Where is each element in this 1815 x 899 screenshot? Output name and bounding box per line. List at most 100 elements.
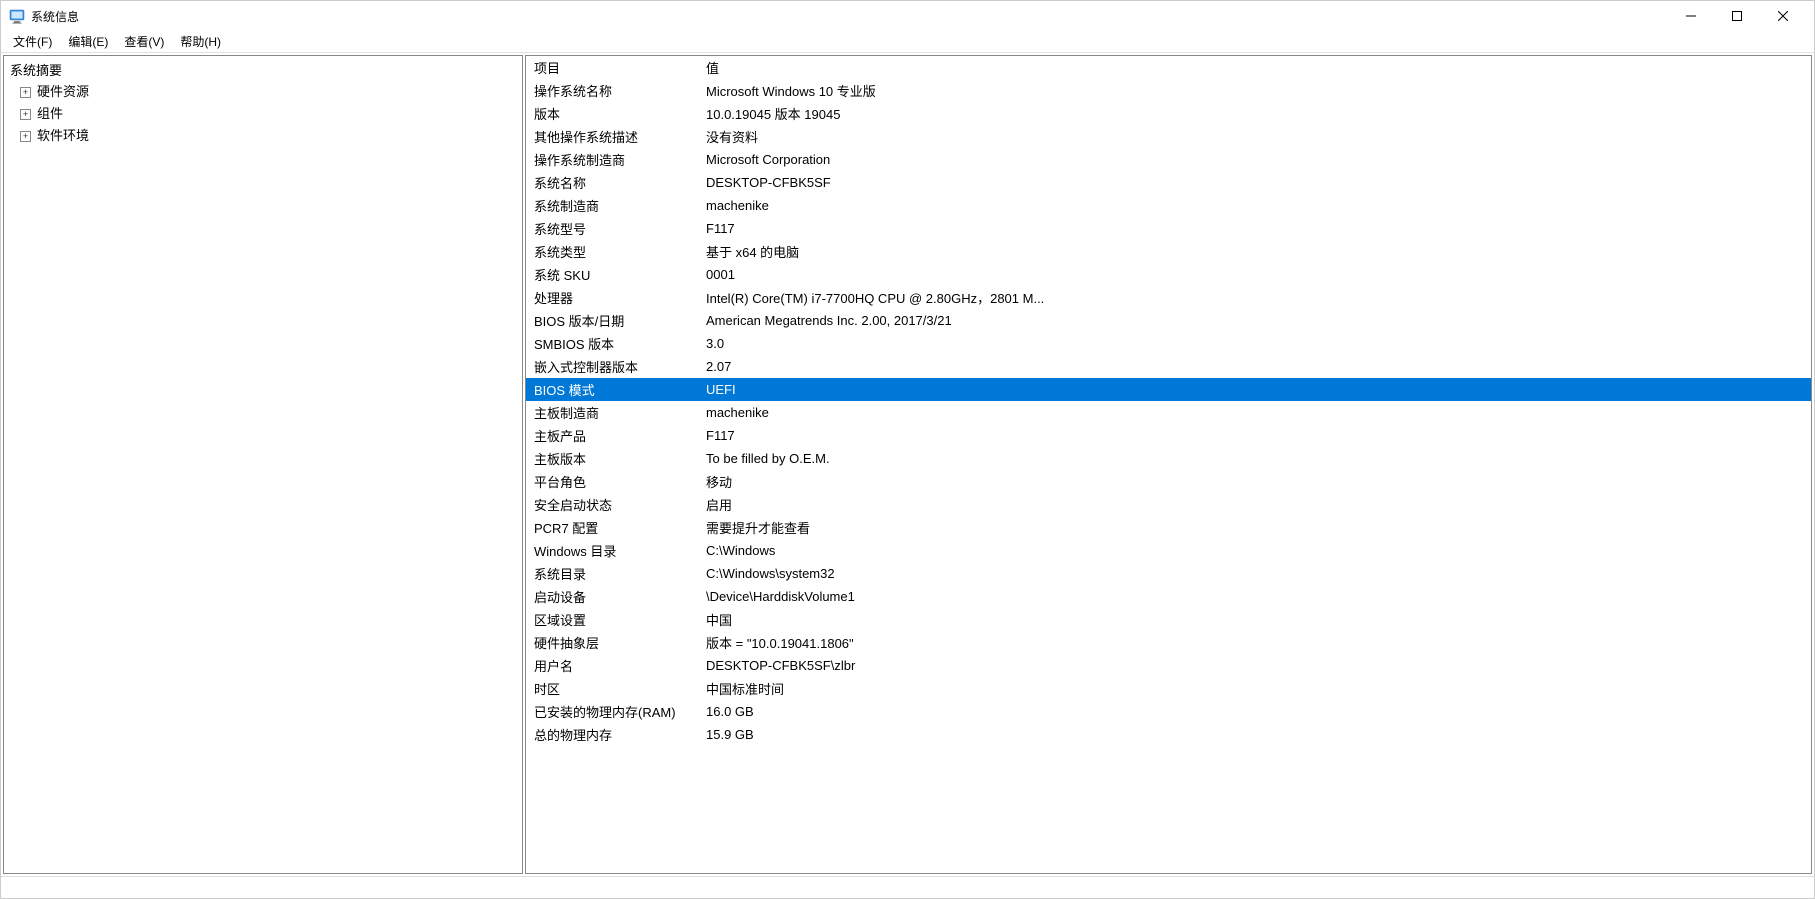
details-row[interactable]: 系统 SKU0001 (526, 263, 1811, 286)
details-item: 操作系统制造商 (526, 148, 698, 171)
tree-node[interactable]: +软件环境 (6, 125, 520, 147)
details-row[interactable]: 平台角色移动 (526, 470, 1811, 493)
details-row[interactable]: 主板产品F117 (526, 424, 1811, 447)
details-value: machenike (698, 194, 1811, 217)
tree-node-label: 组件 (37, 104, 63, 124)
details-value: F117 (698, 217, 1811, 240)
details-value: 移动 (698, 470, 1811, 493)
details-item: 系统目录 (526, 562, 698, 585)
details-row[interactable]: 时区中国标准时间 (526, 677, 1811, 700)
details-value: Microsoft Corporation (698, 148, 1811, 171)
tree-root-system-summary[interactable]: 系统摘要 (6, 58, 520, 81)
details-item: 系统型号 (526, 217, 698, 240)
details-row[interactable]: 用户名DESKTOP-CFBK5SF\zlbr (526, 654, 1811, 677)
details-value: DESKTOP-CFBK5SF (698, 171, 1811, 194)
details-row[interactable]: 版本10.0.19045 版本 19045 (526, 102, 1811, 125)
details-row[interactable]: 安全启动状态启用 (526, 493, 1811, 516)
details-row[interactable]: 主板制造商machenike (526, 401, 1811, 424)
details-item: 版本 (526, 102, 698, 125)
details-item: 启动设备 (526, 585, 698, 608)
header-value[interactable]: 值 (698, 56, 1811, 79)
details-item: 主板版本 (526, 447, 698, 470)
details-row[interactable]: BIOS 版本/日期American Megatrends Inc. 2.00,… (526, 309, 1811, 332)
tree-pane[interactable]: 系统摘要 +硬件资源+组件+软件环境 (3, 55, 523, 874)
details-row[interactable]: 主板版本To be filled by O.E.M. (526, 447, 1811, 470)
details-value: 基于 x64 的电脑 (698, 240, 1811, 263)
menubar: 文件(F) 编辑(E) 查看(V) 帮助(H) (1, 31, 1814, 53)
details-row[interactable]: 系统目录C:\Windows\system32 (526, 562, 1811, 585)
header-item[interactable]: 项目 (526, 56, 698, 79)
details-value: 15.9 GB (698, 723, 1811, 746)
details-row[interactable]: 启动设备\Device\HarddiskVolume1 (526, 585, 1811, 608)
details-row[interactable]: 系统名称DESKTOP-CFBK5SF (526, 171, 1811, 194)
details-row[interactable]: 系统制造商machenike (526, 194, 1811, 217)
details-item: 时区 (526, 677, 698, 700)
details-item: 总的物理内存 (526, 723, 698, 746)
details-item: 已安装的物理内存(RAM) (526, 700, 698, 723)
details-item: 系统 SKU (526, 263, 698, 286)
window-title: 系统信息 (31, 8, 79, 25)
details-value: Microsoft Windows 10 专业版 (698, 79, 1811, 102)
details-row[interactable]: 区域设置中国 (526, 608, 1811, 631)
details-row[interactable]: 嵌入式控制器版本2.07 (526, 355, 1811, 378)
details-item: SMBIOS 版本 (526, 332, 698, 355)
details-value: Intel(R) Core(TM) i7-7700HQ CPU @ 2.80GH… (698, 286, 1811, 309)
close-button[interactable] (1760, 1, 1806, 31)
details-row[interactable]: 硬件抽象层版本 = "10.0.19041.1806" (526, 631, 1811, 654)
details-value: 2.07 (698, 355, 1811, 378)
tree-node[interactable]: + 组件 (6, 103, 520, 125)
details-row[interactable]: 系统型号F117 (526, 217, 1811, 240)
maximize-button[interactable] (1714, 1, 1760, 31)
category-tree: 系统摘要 +硬件资源+组件+软件环境 (4, 56, 522, 149)
minimize-button[interactable] (1668, 1, 1714, 31)
statusbar (1, 876, 1814, 898)
details-row[interactable]: 其他操作系统描述没有资料 (526, 125, 1811, 148)
details-row[interactable]: 已安装的物理内存(RAM)16.0 GB (526, 700, 1811, 723)
app-icon (9, 8, 25, 24)
details-item: 主板产品 (526, 424, 698, 447)
details-row[interactable]: 处理器Intel(R) Core(TM) i7-7700HQ CPU @ 2.8… (526, 286, 1811, 309)
details-value: 3.0 (698, 332, 1811, 355)
details-row[interactable]: Windows 目录C:\Windows (526, 539, 1811, 562)
details-item: 其他操作系统描述 (526, 125, 698, 148)
details-value: 启用 (698, 493, 1811, 516)
details-row[interactable]: SMBIOS 版本3.0 (526, 332, 1811, 355)
details-value: \Device\HarddiskVolume1 (698, 585, 1811, 608)
details-item: BIOS 版本/日期 (526, 309, 698, 332)
menu-view[interactable]: 查看(V) (118, 31, 170, 52)
details-row[interactable]: 总的物理内存15.9 GB (526, 723, 1811, 746)
details-item: 安全启动状态 (526, 493, 698, 516)
menu-file[interactable]: 文件(F) (7, 31, 58, 52)
details-item: 平台角色 (526, 470, 698, 493)
details-value: 版本 = "10.0.19041.1806" (698, 631, 1811, 654)
details-item: 操作系统名称 (526, 79, 698, 102)
expand-icon[interactable]: + (20, 131, 31, 142)
expand-icon[interactable]: + (20, 87, 31, 98)
menu-edit[interactable]: 编辑(E) (62, 31, 114, 52)
details-row[interactable]: 操作系统制造商Microsoft Corporation (526, 148, 1811, 171)
details-header-row[interactable]: 项目 值 (526, 56, 1811, 79)
details-item: 用户名 (526, 654, 698, 677)
details-row[interactable]: BIOS 模式UEFI (526, 378, 1811, 401)
details-value: F117 (698, 424, 1811, 447)
menu-help[interactable]: 帮助(H) (174, 31, 227, 52)
details-item: 系统类型 (526, 240, 698, 263)
details-scroll[interactable]: 项目 值 操作系统名称Microsoft Windows 10 专业版版本10.… (526, 56, 1811, 873)
msinfo32-window: 系统信息 文件(F) 编辑(E) 查看(V) 帮助(H) 系统摘要 +硬件 (0, 0, 1815, 899)
details-value: 0001 (698, 263, 1811, 286)
expand-icon[interactable]: + (20, 109, 31, 120)
tree-root-label: 系统摘要 (10, 63, 62, 78)
details-value: machenike (698, 401, 1811, 424)
tree-node[interactable]: +硬件资源 (6, 81, 520, 103)
details-value: 中国标准时间 (698, 677, 1811, 700)
details-value: C:\Windows\system32 (698, 562, 1811, 585)
details-item: BIOS 模式 (526, 378, 698, 401)
details-item: Windows 目录 (526, 539, 698, 562)
details-value: American Megatrends Inc. 2.00, 2017/3/21 (698, 309, 1811, 332)
details-row[interactable]: 操作系统名称Microsoft Windows 10 专业版 (526, 79, 1811, 102)
details-value: 没有资料 (698, 125, 1811, 148)
details-row[interactable]: 系统类型基于 x64 的电脑 (526, 240, 1811, 263)
details-row[interactable]: PCR7 配置需要提升才能查看 (526, 516, 1811, 539)
details-value: DESKTOP-CFBK5SF\zlbr (698, 654, 1811, 677)
window-controls (1668, 1, 1806, 31)
